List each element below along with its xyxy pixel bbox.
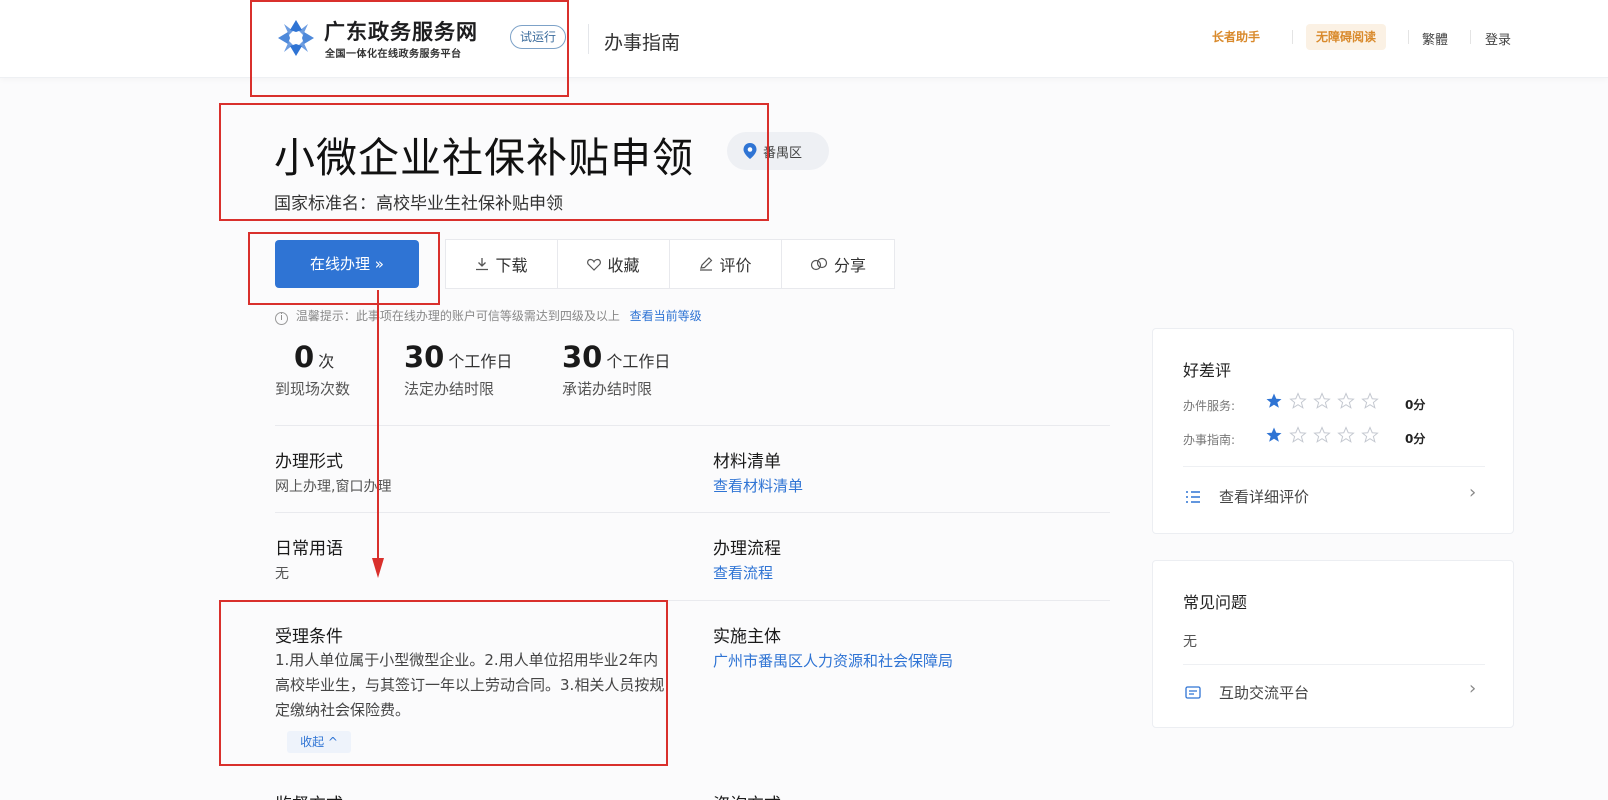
site-title[interactable]: 广东政务服务网: [324, 16, 478, 46]
conditions-label: 受理条件: [275, 627, 343, 647]
rating-label: 办件服务:: [1183, 399, 1236, 413]
rating-score: 0分: [1405, 432, 1426, 446]
chevron-right-icon[interactable]: ›: [1469, 482, 1476, 503]
stat-value: 30: [562, 340, 603, 374]
rating-score: 0分: [1405, 398, 1426, 412]
download-label: 下载: [495, 256, 528, 275]
star-empty-icon: [1361, 426, 1379, 443]
location-pin-icon: [743, 143, 757, 159]
star-empty-icon: [1313, 392, 1331, 409]
star-empty-icon: [1313, 426, 1331, 443]
common-terms-value: 无: [275, 566, 289, 582]
edit-icon: [700, 257, 713, 271]
faq-title: 常见问题: [1183, 593, 1248, 612]
stat-legal-limit: 30 个工作日 法定办结时限: [404, 340, 512, 399]
star-empty-icon: [1289, 426, 1307, 443]
view-detail-rating-link[interactable]: 查看详细评价: [1219, 486, 1309, 507]
star-empty-icon: [1361, 392, 1379, 409]
rating-label: 办事指南:: [1183, 433, 1236, 447]
rating-stars[interactable]: [1265, 392, 1385, 410]
trial-badge: 试运行: [510, 25, 566, 49]
location-badge[interactable]: 番禺区: [727, 132, 829, 170]
divider: [275, 600, 1110, 601]
stat-unit: 个工作日: [606, 352, 671, 371]
check-level-link[interactable]: 查看当前等级: [630, 309, 702, 323]
tip-text: 温馨提示：此事项在线办理的账户可信等级需达到四级及以上: [295, 309, 620, 323]
info-icon: i: [275, 312, 288, 325]
process-label: 办理流程: [713, 539, 781, 559]
share-button[interactable]: 分享: [782, 240, 894, 288]
stat-label: 承诺办结时限: [562, 380, 653, 398]
faq-card: 常见问题 无 互助交流平台 ›: [1152, 560, 1514, 728]
materials-label: 材料清单: [713, 452, 781, 472]
star-filled-icon: [1266, 427, 1282, 442]
materials-link[interactable]: 查看材料清单: [713, 475, 803, 496]
nav-guide-link[interactable]: 办事指南: [604, 28, 680, 55]
site-subtitle: 全国一体化在线政务服务平台: [325, 49, 462, 60]
site-logo-icon[interactable]: [276, 18, 316, 58]
stat-unit: 个工作日: [448, 352, 513, 371]
collapse-button[interactable]: 收起 ^: [287, 731, 351, 753]
rating-stars[interactable]: [1265, 426, 1385, 444]
conditions-text: 1.用人单位属于小型微型企业。2.用人单位招用毕业2年内高校毕业生，与其签订一年…: [275, 651, 665, 719]
header-separator: [1408, 30, 1409, 44]
card-divider: [1183, 466, 1485, 467]
standard-name: 国家标准名：高校毕业生社保补贴申领: [274, 194, 563, 214]
header-divider: [588, 24, 589, 54]
stat-label: 到现场次数: [275, 380, 351, 398]
header-separator: [1470, 30, 1471, 44]
community-platform-link[interactable]: 互助交流平台: [1219, 682, 1309, 703]
divider: [275, 512, 1110, 513]
annotation-arrow: [372, 290, 384, 578]
stat-visits: 0次 到现场次数: [275, 340, 350, 399]
faq-value: 无: [1183, 634, 1197, 650]
stat-value: 30: [404, 340, 445, 374]
divider: [275, 425, 1110, 426]
location-text: 番禺区: [763, 146, 803, 161]
stat-promised-limit: 30 个工作日 承诺办结时限: [562, 340, 670, 399]
page-title: 小微企业社保补贴申领: [274, 134, 694, 182]
star-empty-icon: [1289, 392, 1307, 409]
star-empty-icon: [1337, 392, 1355, 409]
star-empty-icon: [1337, 426, 1355, 443]
process-link[interactable]: 查看流程: [713, 562, 773, 583]
card-divider: [1183, 664, 1485, 665]
tip-row: i 温馨提示：此事项在线办理的账户可信等级需达到四级及以上 查看当前等级: [275, 307, 702, 325]
share-icon: [810, 257, 828, 271]
ratings-card: 好差评 办件服务: 0分 办事指南: 0分 查看详细评价 ›: [1152, 328, 1514, 534]
top-header: 广东政务服务网 全国一体化在线政务服务平台 试运行 办事指南 长者助手 无障碍阅…: [0, 0, 1608, 78]
online-apply-button[interactable]: 在线办理 »: [275, 240, 419, 288]
supervision-label: 监督方式: [275, 790, 343, 800]
login-button[interactable]: 登录: [1485, 29, 1511, 48]
stat-unit: 次: [318, 352, 335, 371]
star-filled-icon: [1266, 393, 1282, 408]
action-toolbar: 下载 收藏 评价 分享: [445, 239, 895, 289]
common-terms-label: 日常用语: [275, 539, 343, 559]
elder-mode-button[interactable]: 长者助手: [1212, 28, 1260, 45]
header-separator: [1292, 30, 1293, 44]
chevron-right-icon[interactable]: ›: [1469, 678, 1476, 699]
favorite-label: 收藏: [607, 256, 640, 275]
accessible-reading-button[interactable]: 无障碍阅读: [1306, 24, 1387, 50]
list-icon: [1186, 491, 1200, 503]
handle-form-label: 办理形式: [275, 452, 343, 472]
implementer-link[interactable]: 广州市番禺区人力资源和社会保障局: [713, 650, 953, 671]
implementer-label: 实施主体: [713, 627, 781, 647]
ratings-title: 好差评: [1183, 361, 1232, 380]
consult-label: 咨询方式: [713, 790, 781, 800]
download-icon: [476, 258, 489, 271]
stat-value: 0: [294, 340, 315, 374]
evaluate-button[interactable]: 评价: [670, 240, 782, 288]
share-label: 分享: [833, 256, 866, 275]
heart-icon: [587, 258, 602, 271]
chat-icon: [1185, 686, 1201, 699]
evaluate-label: 评价: [719, 256, 752, 275]
download-button[interactable]: 下载: [446, 240, 558, 288]
traditional-chinese-button[interactable]: 繁體: [1422, 29, 1448, 48]
stat-label: 法定办结时限: [404, 380, 495, 398]
favorite-button[interactable]: 收藏: [558, 240, 670, 288]
